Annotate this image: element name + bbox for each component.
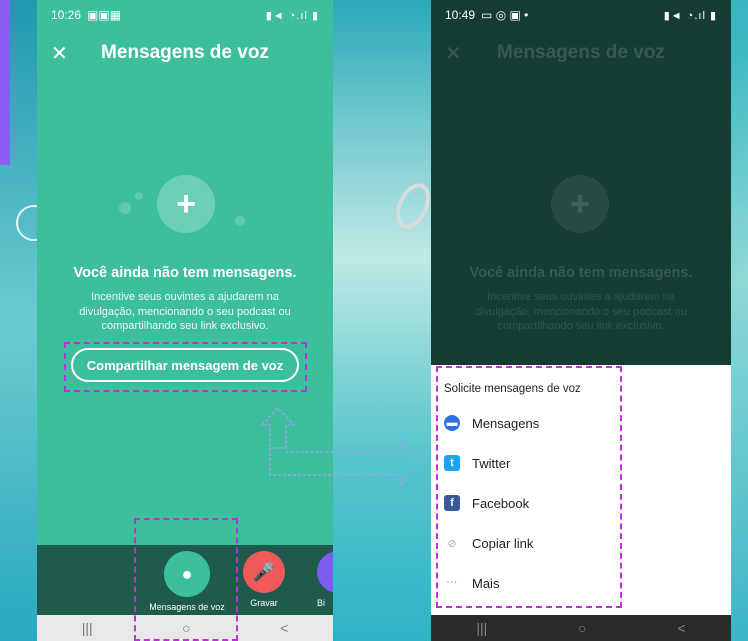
right-arrow (269, 437, 419, 489)
annotation-arrows (260, 406, 419, 489)
up-arrow (260, 406, 296, 449)
